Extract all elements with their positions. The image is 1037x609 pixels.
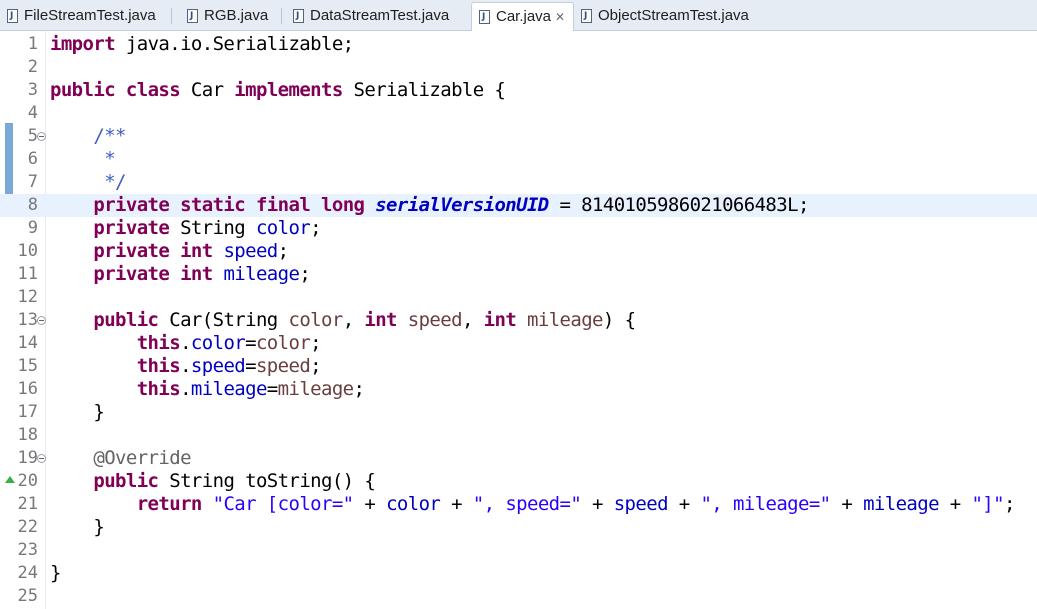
- tab-label: RGB.java: [204, 7, 269, 24]
- code-line[interactable]: 6 *: [0, 148, 1037, 171]
- code-text: import java.io.Serializable;: [50, 33, 354, 55]
- code-line[interactable]: 25: [0, 585, 1037, 608]
- code-text: }: [50, 516, 105, 538]
- tab-divider: [171, 8, 172, 24]
- code-line[interactable]: 3 public class Car implements Serializabl…: [0, 79, 1037, 102]
- code-text: return "Car [color=" + color + ", speed=…: [136, 493, 1016, 515]
- code-line[interactable]: 22 }: [0, 516, 1037, 539]
- line-number: 24: [17, 563, 38, 583]
- line-number: 3: [27, 80, 38, 100]
- line-number: 13: [17, 310, 38, 330]
- line-number: 21: [17, 494, 38, 514]
- code-text: this.speed=speed;: [136, 355, 322, 377]
- line-number: 11: [17, 264, 38, 284]
- line-number: 17: [17, 402, 38, 422]
- line-number: 15: [17, 356, 38, 376]
- code-line[interactable]: 23: [0, 539, 1037, 562]
- code-text: }: [50, 401, 105, 423]
- tab-rgb[interactable]: RGB.java: [180, 2, 278, 30]
- code-line[interactable]: 20 public String toString() {: [0, 470, 1037, 493]
- java-file-icon: [479, 3, 490, 31]
- code-editor[interactable]: 1 import java.io.Serializable; 2 3 public cl…: [0, 31, 1037, 609]
- code-text: public Car(String color, int speed, int …: [93, 309, 636, 331]
- code-line[interactable]: 18: [0, 424, 1037, 447]
- line-number: 14: [17, 333, 38, 353]
- code-text: private int mileage;: [93, 263, 311, 285]
- code-text: @Override: [93, 447, 191, 469]
- line-number: 6: [27, 149, 38, 169]
- line-number: 8: [27, 195, 38, 215]
- line-number: 19: [17, 448, 38, 468]
- tab-label: Car.java: [496, 8, 552, 25]
- line-number: 4: [27, 103, 38, 123]
- code-line[interactable]: 12: [0, 286, 1037, 309]
- collapse-fold-icon[interactable]: [37, 454, 46, 463]
- tab-divider: [281, 8, 282, 24]
- code-line[interactable]: 19 @Override: [0, 447, 1037, 470]
- line-number: 22: [17, 517, 38, 537]
- code-line[interactable]: 4: [0, 102, 1037, 125]
- tab-label: DataStreamTest.java: [310, 7, 450, 24]
- collapse-fold-icon[interactable]: [37, 132, 46, 141]
- code-line[interactable]: 11 private int mileage;: [0, 263, 1037, 286]
- code-line[interactable]: 14 this.color=color;: [0, 332, 1037, 355]
- code-text: *: [104, 148, 116, 170]
- code-text: this.color=color;: [136, 332, 322, 354]
- editor-tab-bar: FileStreamTest.java RGB.java DataStreamT…: [0, 0, 1037, 31]
- code-text: private int speed;: [93, 240, 289, 262]
- line-number: 23: [17, 540, 38, 560]
- code-line[interactable]: 5 /**: [0, 125, 1037, 148]
- line-number: 16: [17, 379, 38, 399]
- tab-filestreamtest[interactable]: FileStreamTest.java: [0, 2, 168, 30]
- code-line[interactable]: 21 return "Car [color=" + color + ", spe…: [0, 493, 1037, 516]
- code-line[interactable]: 13 public Car(String color, int speed, i…: [0, 309, 1037, 332]
- code-line[interactable]: 9 private String color;: [0, 217, 1037, 240]
- code-line[interactable]: 24}: [0, 562, 1037, 585]
- close-tab-icon[interactable]: ✕: [555, 3, 565, 31]
- line-number: 7: [27, 172, 38, 192]
- code-line[interactable]: 1 import java.io.Serializable;: [0, 33, 1037, 56]
- line-number: 1: [27, 34, 38, 54]
- code-text: public class Car implements Serializable…: [50, 79, 506, 101]
- code-line[interactable]: 16 this.mileage=mileage;: [0, 378, 1037, 401]
- line-number: 5: [27, 126, 38, 146]
- code-line[interactable]: 17 }: [0, 401, 1037, 424]
- line-number: 9: [27, 218, 38, 238]
- code-text: public String toString() {: [93, 470, 376, 492]
- code-line[interactable]: 15 this.speed=speed;: [0, 355, 1037, 378]
- line-number: 25: [17, 586, 38, 606]
- java-file-icon: [187, 2, 198, 30]
- code-text: private String color;: [93, 217, 321, 239]
- code-text: private static final long serialVersionU…: [93, 194, 809, 216]
- java-file-icon: [7, 2, 18, 30]
- java-file-icon: [293, 2, 304, 30]
- override-marker-icon: [5, 476, 15, 483]
- tab-label: ObjectStreamTest.java: [598, 7, 749, 24]
- tab-car[interactable]: Car.java ✕: [471, 2, 574, 31]
- collapse-fold-icon[interactable]: [37, 316, 46, 325]
- code-text: /**: [93, 125, 126, 147]
- java-file-icon: [581, 2, 592, 30]
- code-text: this.mileage=mileage;: [136, 378, 365, 400]
- tab-label: FileStreamTest.java: [24, 7, 156, 24]
- code-text: */: [104, 171, 126, 193]
- tab-datastreamtest[interactable]: DataStreamTest.java: [286, 2, 468, 30]
- code-line[interactable]: 7 */: [0, 171, 1037, 194]
- code-text: }: [50, 562, 61, 584]
- line-number: 10: [17, 241, 38, 261]
- line-number: 12: [17, 287, 38, 307]
- code-line[interactable]: 2: [0, 56, 1037, 79]
- line-number: 18: [17, 425, 38, 445]
- code-line[interactable]: 10 private int speed;: [0, 240, 1037, 263]
- line-number: 2: [27, 57, 38, 77]
- code-line[interactable]: 8 private static final long serialVersio…: [0, 194, 1037, 217]
- tab-objectstreamtest[interactable]: ObjectStreamTest.java: [574, 2, 774, 30]
